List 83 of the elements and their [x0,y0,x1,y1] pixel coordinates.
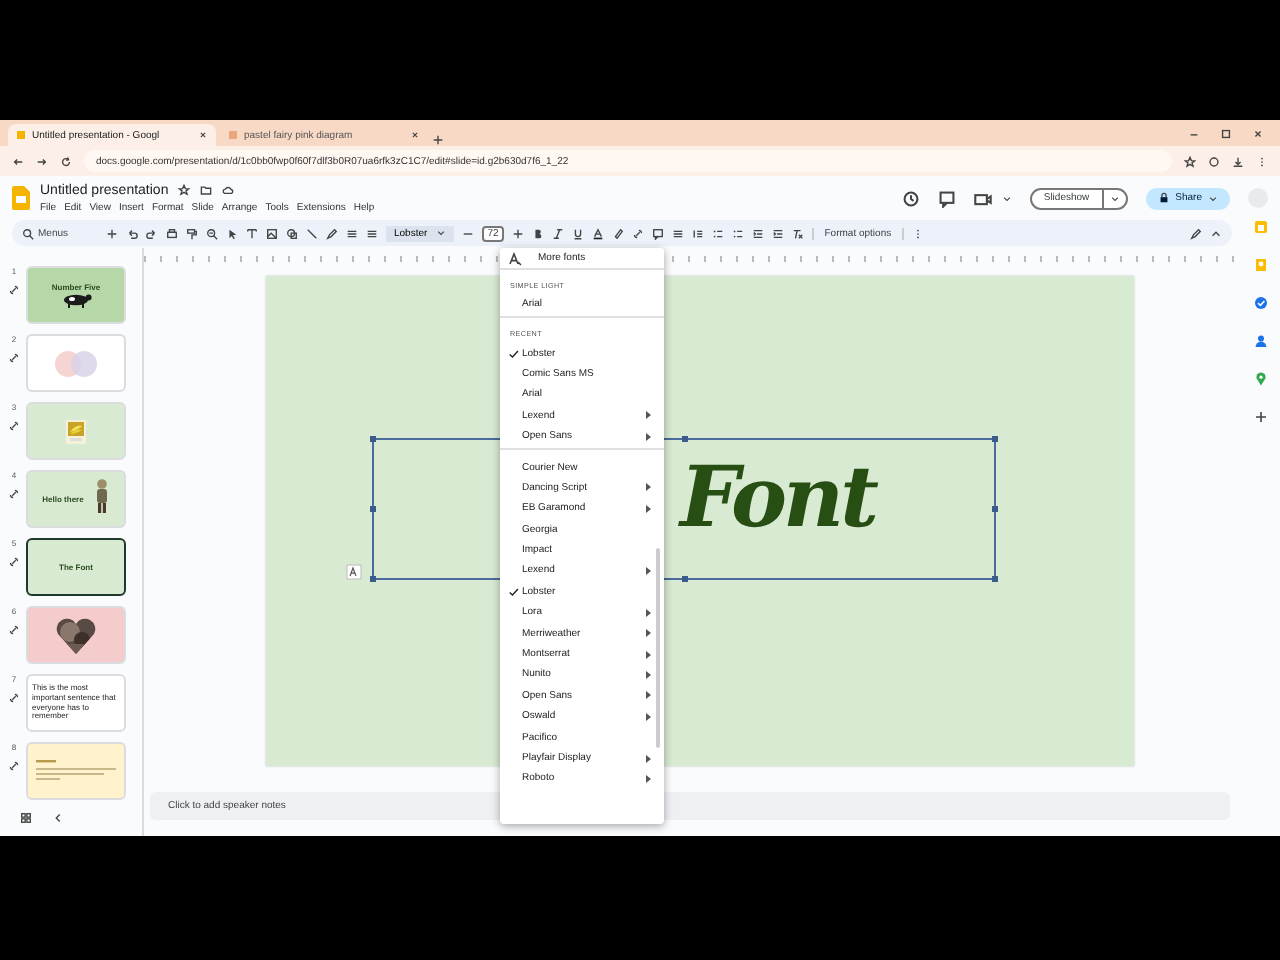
resize-handle[interactable] [682,576,688,582]
close-icon[interactable] [198,130,208,140]
contacts-icon[interactable] [1253,334,1267,348]
lock-icon [1157,192,1170,204]
slide-thumbnail[interactable] [26,742,126,800]
history-icon[interactable] [901,189,920,207]
line-icon[interactable] [306,227,318,239]
text-box-icon[interactable] [246,227,258,239]
plus-icon[interactable] [106,227,118,239]
undo-icon[interactable] [126,227,138,239]
favicon-icon [16,130,26,140]
forward-icon[interactable] [36,155,48,167]
close-icon[interactable] [410,130,420,140]
caret-icon [1208,193,1218,203]
italic-icon[interactable] [552,227,565,239]
slide-thumbnail[interactable] [26,402,126,460]
resize-handle[interactable] [992,506,998,512]
autofit-icon[interactable] [346,564,362,580]
redo-icon[interactable] [146,227,158,239]
indent-icon[interactable] [772,227,785,239]
camera-icon[interactable] [973,189,992,207]
plus-icon[interactable] [1253,410,1267,424]
font-icon [508,251,522,265]
chevron-up-icon[interactable] [1210,227,1222,239]
favicon-icon [228,130,238,140]
resize-handle[interactable] [992,436,998,442]
resize-handle[interactable] [370,506,376,512]
paint-format-icon[interactable] [186,227,198,239]
list-icon[interactable] [712,227,725,239]
minus-icon[interactable] [461,227,474,239]
clear-format-icon[interactable] [792,227,805,239]
slide-thumbnail[interactable] [26,334,126,392]
minimize-icon[interactable] [1188,128,1200,140]
tasks-icon[interactable] [1253,296,1267,310]
comment-icon[interactable] [937,189,956,207]
download-icon[interactable] [1232,155,1244,167]
venn-diagram [50,349,102,377]
slide-thumbnail[interactable] [26,606,126,664]
image-icon[interactable] [266,227,278,239]
chevron-left-icon[interactable] [52,812,64,824]
close-icon[interactable] [1252,128,1264,140]
caret-icon[interactable] [1001,193,1012,203]
align-icon[interactable] [346,227,358,239]
text-color-icon[interactable] [592,227,605,239]
plus-icon[interactable] [512,227,525,239]
map-pin-icon[interactable] [1253,372,1267,386]
print-icon[interactable] [166,227,178,239]
text-lines-drawing [36,759,116,783]
caret-icon [435,228,446,238]
zoom-icon[interactable] [206,227,218,239]
scrollbar[interactable] [656,548,660,748]
plus-icon[interactable] [432,134,444,146]
extension-icon[interactable] [1208,155,1220,167]
align-icon[interactable] [672,227,685,239]
slide-title: Font [680,448,875,546]
pen-icon[interactable] [1190,227,1202,239]
star-icon[interactable] [1184,155,1196,167]
list-icon[interactable] [732,227,745,239]
bold-icon[interactable] [532,227,545,239]
resize-handle[interactable] [682,436,688,442]
star-icon[interactable] [178,184,191,196]
highlighter-icon[interactable] [612,227,625,239]
cursor-icon[interactable] [226,227,238,239]
reload-icon[interactable] [60,155,72,167]
search-icon[interactable] [22,227,34,239]
grid-view-icon[interactable] [20,812,32,824]
person-figure [93,477,110,513]
indent-icon[interactable] [752,227,765,239]
pen-icon[interactable] [326,227,338,239]
cow-drawing [60,292,92,308]
comment-icon[interactable] [652,227,665,239]
back-icon[interactable] [12,155,24,167]
caret-icon[interactable] [1109,193,1120,203]
maximize-icon[interactable] [1220,128,1232,140]
underline-icon[interactable] [572,227,585,239]
cloud-icon[interactable] [222,184,235,196]
shape-icon[interactable] [286,227,298,239]
resize-handle[interactable] [992,576,998,582]
resize-handle[interactable] [370,436,376,442]
align-icon[interactable] [366,227,378,239]
line-spacing-icon[interactable] [692,227,705,239]
resize-handle[interactable] [370,576,376,582]
folder-icon[interactable] [200,184,213,196]
